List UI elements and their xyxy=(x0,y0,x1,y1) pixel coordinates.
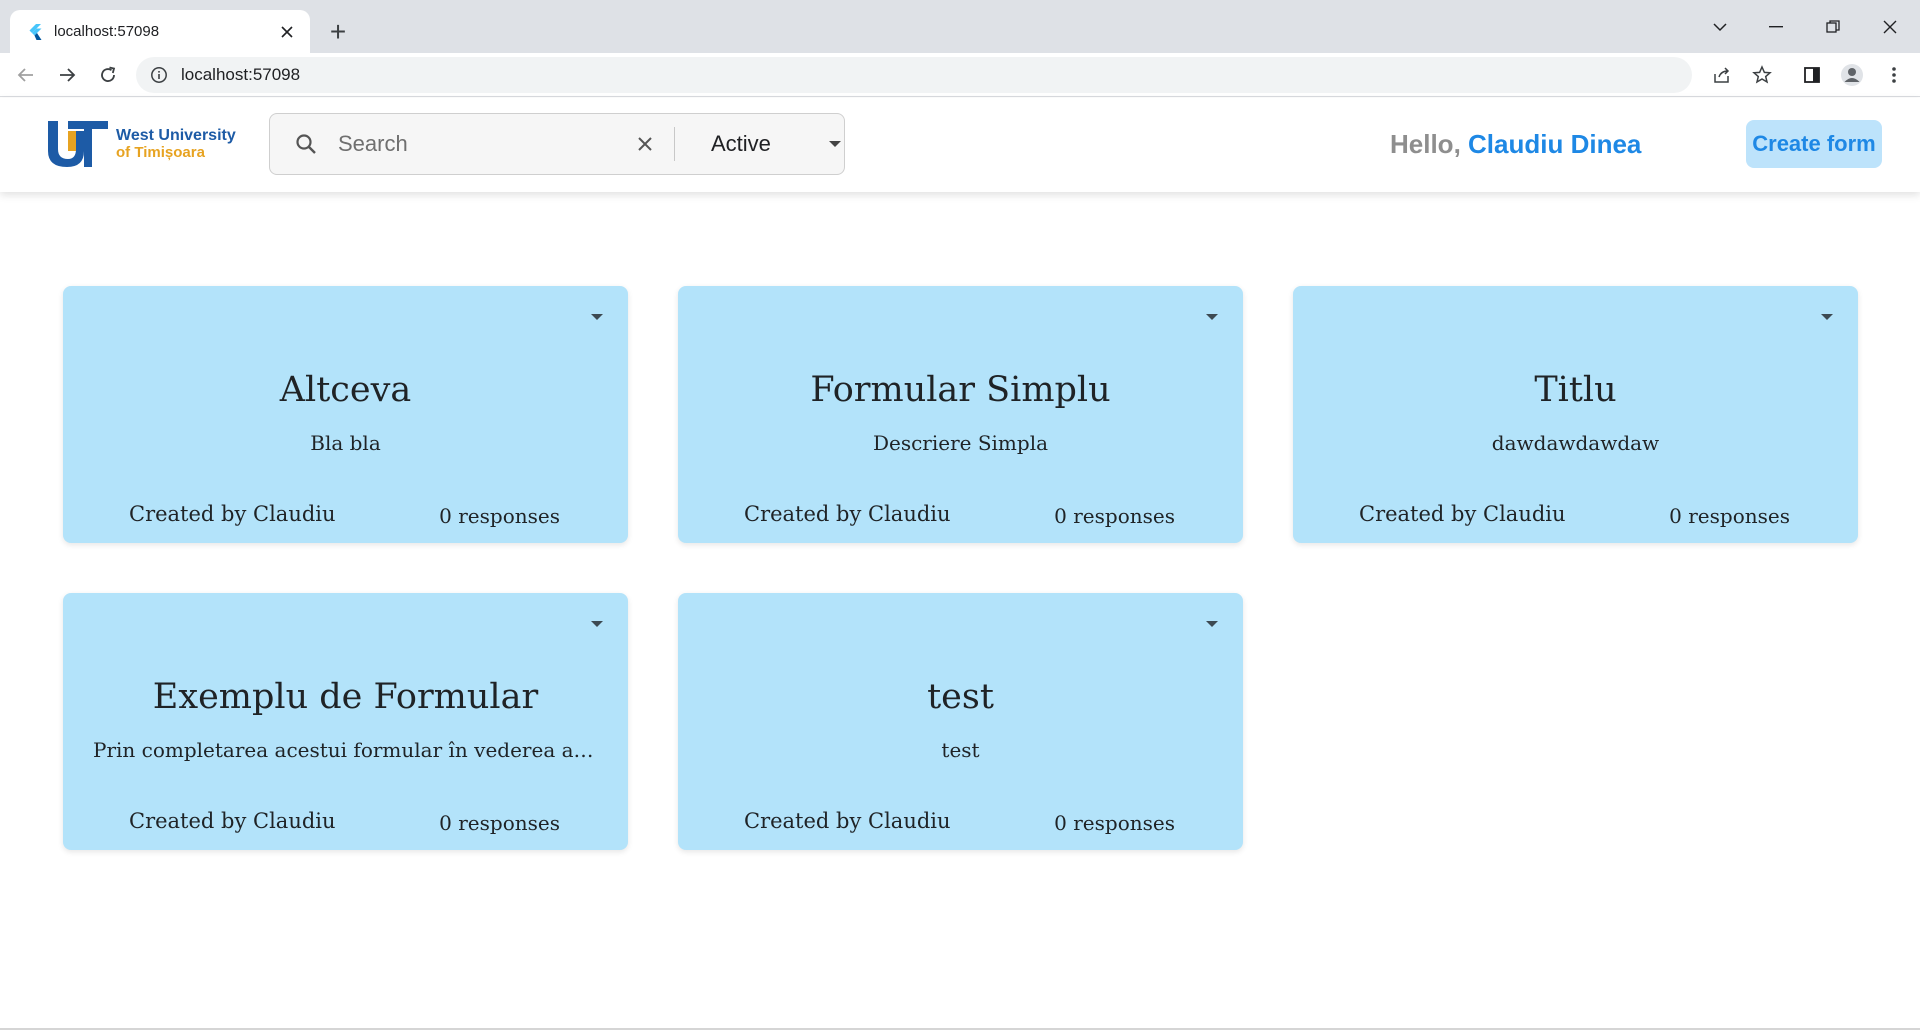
card-menu-dropdown-icon[interactable] xyxy=(1816,306,1838,328)
card-description: Prin completarea acestui formular în ved… xyxy=(93,738,598,762)
minimize-icon[interactable] xyxy=(1756,12,1796,42)
card-responses: 0 responses xyxy=(1054,504,1175,528)
form-card[interactable]: Exemplu de Formular Prin completarea ace… xyxy=(63,593,628,850)
card-creator: Created by Claudiu xyxy=(129,502,336,526)
user-name: Claudiu Dinea xyxy=(1468,129,1642,159)
form-card[interactable]: Altceva Bla bla Created by Claudiu 0 res… xyxy=(63,286,628,543)
browser-menu-icon[interactable] xyxy=(1878,59,1910,91)
card-title: Formular Simplu xyxy=(810,370,1111,410)
card-description: test xyxy=(941,738,980,762)
logo-text-line2: of Timișoara xyxy=(116,144,205,161)
card-responses: 0 responses xyxy=(1054,811,1175,835)
new-tab-button[interactable]: + xyxy=(322,16,354,48)
site-info-icon[interactable] xyxy=(149,65,169,85)
search-input[interactable] xyxy=(338,131,598,157)
browser-tab-strip: localhost:57098 + xyxy=(0,0,1920,53)
card-creator: Created by Claudiu xyxy=(744,502,951,526)
side-panel-icon[interactable] xyxy=(1796,59,1828,91)
card-title: Titlu xyxy=(1534,370,1617,410)
logo-text-line1: West University xyxy=(116,127,236,144)
card-menu-dropdown-icon[interactable] xyxy=(586,613,608,635)
card-creator: Created by Claudiu xyxy=(1359,502,1566,526)
card-creator: Created by Claudiu xyxy=(744,809,951,833)
search-icon xyxy=(292,130,320,158)
card-description: Descriere Simpla xyxy=(872,431,1049,455)
card-title: Altceva xyxy=(279,370,412,410)
address-bar[interactable]: localhost:57098 xyxy=(136,57,1692,93)
status-filter-dropdown[interactable]: Active xyxy=(711,131,841,157)
flutter-icon xyxy=(26,23,44,41)
create-form-button[interactable]: Create form xyxy=(1746,120,1882,168)
dropdown-caret-icon xyxy=(829,141,841,147)
search-bar: Active xyxy=(269,113,845,175)
uvt-logo-icon xyxy=(48,121,108,167)
university-logo[interactable]: West University of Timișoara xyxy=(46,119,236,169)
back-arrow-icon[interactable] xyxy=(10,59,42,91)
close-tab-icon[interactable] xyxy=(274,19,300,45)
card-menu-dropdown-icon[interactable] xyxy=(1201,613,1223,635)
tab-search-chevron-icon[interactable] xyxy=(1700,12,1740,42)
greeting-hello: Hello, xyxy=(1390,129,1461,159)
clear-search-icon[interactable] xyxy=(632,131,658,157)
card-title: test xyxy=(927,677,994,717)
tab-title: localhost:57098 xyxy=(54,23,160,40)
card-description: Bla bla xyxy=(310,431,381,455)
user-greeting: Hello, Claudiu Dinea xyxy=(1390,129,1641,160)
form-card[interactable]: Titlu dawdawdawdaw Created by Claudiu 0 … xyxy=(1293,286,1858,543)
card-responses: 0 responses xyxy=(439,811,560,835)
status-filter-value: Active xyxy=(711,131,771,156)
form-card[interactable]: test test Created by Claudiu 0 responses xyxy=(678,593,1243,850)
reload-icon[interactable] xyxy=(92,59,124,91)
card-description: dawdawdawdaw xyxy=(1491,431,1660,455)
browser-tab[interactable]: localhost:57098 xyxy=(10,10,310,53)
close-window-icon[interactable] xyxy=(1870,12,1910,42)
search-divider xyxy=(674,127,675,161)
card-title: Exemplu de Formular xyxy=(152,677,539,717)
card-responses: 0 responses xyxy=(1669,504,1790,528)
card-creator: Created by Claudiu xyxy=(129,809,336,833)
bookmark-star-icon[interactable] xyxy=(1746,59,1778,91)
form-card[interactable]: Formular Simplu Descriere Simpla Created… xyxy=(678,286,1243,543)
share-icon[interactable] xyxy=(1706,59,1738,91)
forward-arrow-icon[interactable] xyxy=(51,59,83,91)
app-header: West University of Timișoara Active Hell… xyxy=(0,98,1920,192)
restore-window-icon[interactable] xyxy=(1813,12,1853,42)
profile-avatar-icon[interactable] xyxy=(1836,59,1868,91)
card-menu-dropdown-icon[interactable] xyxy=(1201,306,1223,328)
card-responses: 0 responses xyxy=(439,504,560,528)
url-text: localhost:57098 xyxy=(181,65,301,84)
browser-toolbar: localhost:57098 xyxy=(0,53,1920,97)
card-menu-dropdown-icon[interactable] xyxy=(586,306,608,328)
